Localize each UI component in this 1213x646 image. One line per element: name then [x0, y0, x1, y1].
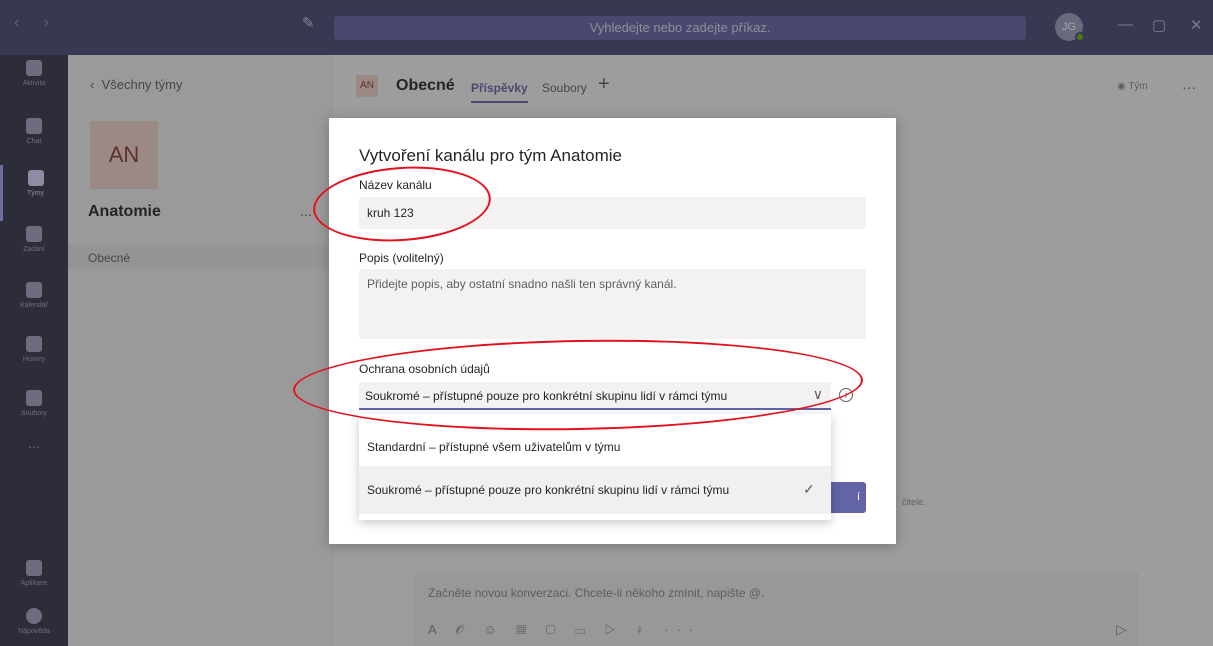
checkmark-icon: ✓ — [803, 481, 815, 497]
privacy-dropdown: Standardní – přístupné všem uživatelům v… — [359, 414, 831, 520]
option-label: Standardní – přístupné všem uživatelům v… — [367, 440, 621, 454]
privacy-option-standard[interactable]: Standardní – přístupné všem uživatelům v… — [359, 423, 831, 471]
description-label: Popis (volitelný) — [359, 251, 444, 265]
dialog-title: Vytvoření kanálu pro tým Anatomie — [359, 146, 623, 165]
description-input[interactable]: Přidejte popis, aby ostatní snadno našli… — [359, 269, 866, 339]
option-label: Soukromé – přístupné pouze pro konkrétní… — [367, 483, 730, 497]
create-button[interactable]: í — [826, 482, 866, 513]
privacy-option-private[interactable]: Soukromé – přístupné pouze pro konkrétní… — [359, 466, 831, 514]
